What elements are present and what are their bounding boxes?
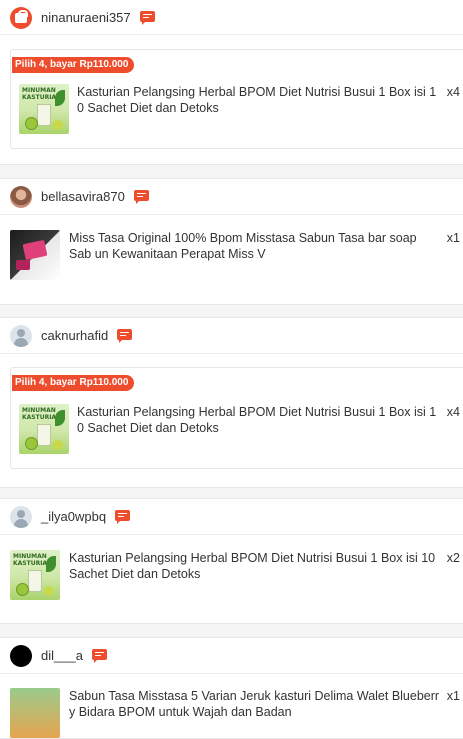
chat-icon[interactable] — [133, 189, 150, 204]
buyer-username[interactable]: _ilya0wpbq — [41, 509, 106, 524]
product-card[interactable]: Pilih 4, bayar Rp110.000 MINUMAN KASTURI… — [10, 367, 463, 469]
order-header: bellasavira870 — [0, 179, 463, 215]
chat-icon[interactable] — [139, 10, 156, 25]
chat-icon[interactable] — [115, 509, 131, 524]
product-title[interactable]: Kasturian Pelangsing Herbal BPOM Diet Nu… — [77, 84, 437, 116]
product-title[interactable]: Sabun Tasa Misstasa 5 Varian Jeruk kastu… — [69, 688, 441, 720]
order-card: _ilya0wpbq MINUMAN KASTURIAN Kasturian P… — [0, 498, 463, 624]
chat-icon[interactable] — [91, 648, 108, 663]
shop-avatar-icon[interactable] — [10, 6, 32, 29]
buyer-username[interactable]: ninanuraeni357 — [41, 10, 131, 25]
product-title[interactable]: Kasturian Pelangsing Herbal BPOM Diet Nu… — [69, 550, 441, 582]
item-quantity: x2 — [446, 551, 460, 565]
order-card: dil___a Sabun Tasa Misstasa 5 Varian Jer… — [0, 637, 463, 739]
buyer-avatar[interactable] — [10, 644, 32, 667]
order-header: caknurhafid — [0, 318, 463, 354]
item-quantity: x4 — [446, 85, 460, 99]
user-icon[interactable] — [10, 324, 32, 347]
item-quantity: x4 — [446, 405, 460, 419]
product-title[interactable]: Miss Tasa Original 100% Bpom Misstasa Sa… — [69, 230, 441, 262]
buyer-username[interactable]: caknurhafid — [41, 328, 108, 343]
product-title[interactable]: Kasturian Pelangsing Herbal BPOM Diet Nu… — [77, 404, 437, 436]
product-thumbnail[interactable]: MINUMAN KASTURIAN — [19, 84, 69, 134]
order-card: ninanuraeni357 Pilih 4, bayar Rp110.000 … — [0, 0, 463, 165]
user-icon[interactable] — [10, 505, 32, 528]
buyer-username[interactable]: dil___a — [41, 648, 83, 663]
order-card: caknurhafid Pilih 4, bayar Rp110.000 MIN… — [0, 317, 463, 488]
product-thumbnail[interactable] — [10, 230, 60, 280]
buyer-avatar[interactable] — [10, 185, 32, 208]
product-thumbnail[interactable] — [10, 688, 60, 738]
buyer-username[interactable]: bellasavira870 — [41, 189, 125, 204]
order-header: dil___a — [0, 638, 463, 674]
order-header: _ilya0wpbq — [0, 499, 463, 535]
chat-icon[interactable] — [117, 328, 133, 343]
product-thumbnail[interactable]: MINUMAN KASTURIAN — [10, 550, 60, 600]
promo-badge: Pilih 4, bayar Rp110.000 — [12, 57, 135, 73]
product-thumbnail[interactable]: MINUMAN KASTURIAN — [19, 404, 69, 454]
order-card: bellasavira870 Miss Tasa Original 100% B… — [0, 178, 463, 305]
promo-badge: Pilih 4, bayar Rp110.000 — [12, 375, 135, 391]
item-quantity: x1 — [446, 689, 460, 703]
item-quantity: x1 — [446, 231, 460, 245]
order-header: ninanuraeni357 — [0, 0, 463, 35]
product-card[interactable]: Pilih 4, bayar Rp110.000 MINUMAN KASTURI… — [10, 49, 463, 149]
